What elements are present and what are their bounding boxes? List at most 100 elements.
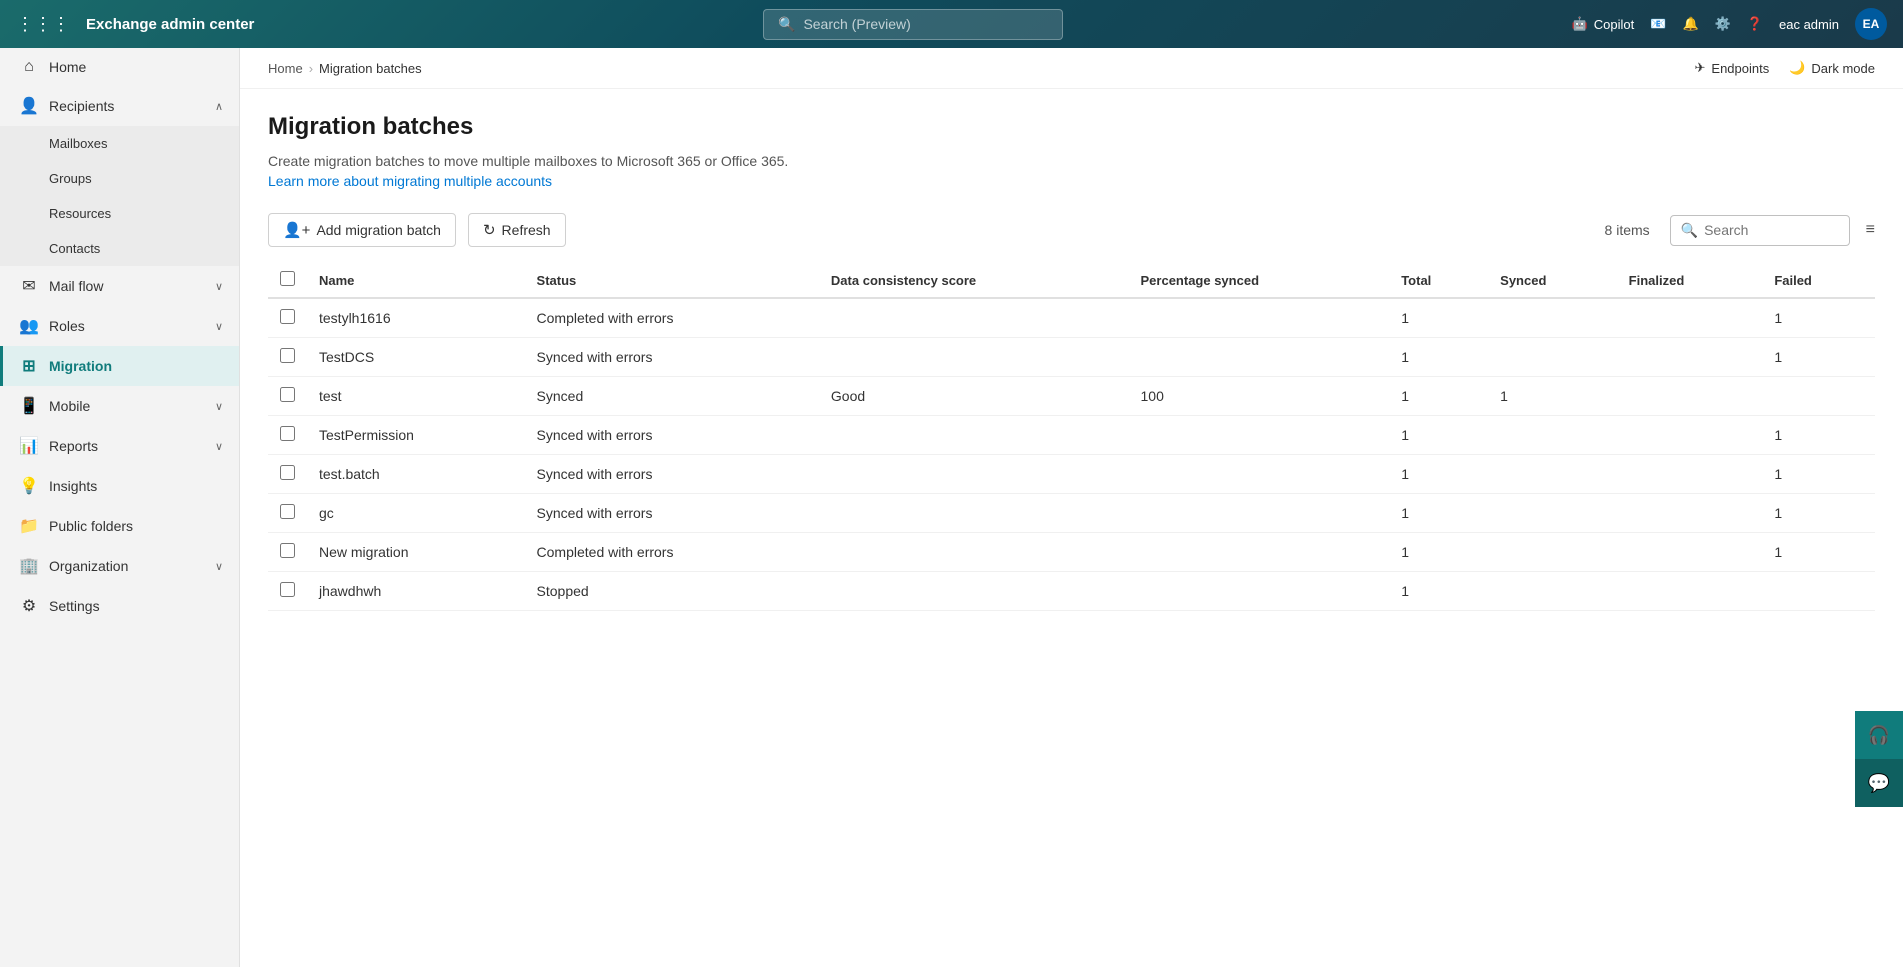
- sidebar-label-recipients: Recipients: [49, 98, 114, 114]
- chat-support-button[interactable]: 🎧: [1855, 711, 1903, 759]
- sidebar-item-contacts[interactable]: Contacts: [0, 231, 239, 266]
- breadcrumb: Home › Migration batches: [268, 61, 422, 76]
- sidebar-item-public-folders[interactable]: 📁 Public folders: [0, 506, 239, 546]
- sidebar-item-settings[interactable]: ⚙ Settings: [0, 586, 239, 626]
- row-failed: 1: [1762, 338, 1875, 377]
- refresh-button[interactable]: ↻ Refresh: [468, 213, 566, 247]
- row-name[interactable]: TestDCS: [307, 338, 525, 377]
- row-consistency: [819, 298, 1129, 338]
- table-search-box[interactable]: 🔍: [1670, 215, 1850, 246]
- sidebar-label-home: Home: [49, 59, 86, 75]
- row-finalized: [1617, 377, 1763, 416]
- help-icon[interactable]: ❓: [1747, 16, 1763, 32]
- row-synced: [1488, 572, 1617, 611]
- select-all-checkbox[interactable]: [280, 271, 295, 286]
- row-checkbox-2[interactable]: [280, 387, 295, 402]
- row-status: Synced with errors: [525, 494, 819, 533]
- top-nav: ⋮⋮⋮ Exchange admin center 🔍 🤖 Copilot 📧 …: [0, 0, 1903, 48]
- chevron-down-icon: ∨: [215, 280, 223, 293]
- row-pct-synced: [1129, 533, 1390, 572]
- recipients-icon: 👤: [19, 96, 39, 116]
- sidebar-item-home[interactable]: ⌂ Home: [0, 48, 239, 86]
- filter-icon[interactable]: ≡: [1866, 221, 1875, 239]
- row-name[interactable]: testylh1616: [307, 298, 525, 338]
- sidebar-item-resources[interactable]: Resources: [0, 196, 239, 231]
- breadcrumb-actions: ✈ Endpoints 🌙 Dark mode: [1695, 60, 1876, 76]
- learn-more-link[interactable]: Learn more about migrating multiple acco…: [268, 173, 552, 189]
- sidebar-item-mail-flow[interactable]: ✉ Mail flow ∨: [0, 266, 239, 306]
- col-total: Total: [1389, 263, 1488, 298]
- search-icon: 🔍: [778, 16, 795, 33]
- col-name: Name: [307, 263, 525, 298]
- copilot-button[interactable]: 🤖 Copilot: [1572, 16, 1635, 32]
- row-pct-synced: [1129, 494, 1390, 533]
- endpoints-button[interactable]: ✈ Endpoints: [1695, 60, 1770, 76]
- sidebar-item-roles[interactable]: 👥 Roles ∨: [0, 306, 239, 346]
- sidebar-item-organization[interactable]: 🏢 Organization ∨: [0, 546, 239, 586]
- bell-icon[interactable]: 🔔: [1682, 16, 1698, 32]
- row-checkbox-5[interactable]: [280, 504, 295, 519]
- sidebar-item-reports[interactable]: 📊 Reports ∨: [0, 426, 239, 466]
- sidebar-label-mailboxes: Mailboxes: [49, 136, 108, 151]
- row-name[interactable]: TestPermission: [307, 416, 525, 455]
- dark-mode-button[interactable]: 🌙 Dark mode: [1789, 60, 1875, 76]
- row-checkbox-6[interactable]: [280, 543, 295, 558]
- row-synced: [1488, 533, 1617, 572]
- add-icon: 👤+: [283, 221, 310, 239]
- col-data-consistency: Data consistency score: [819, 263, 1129, 298]
- row-pct-synced: 100: [1129, 377, 1390, 416]
- migration-icon: ⊞: [19, 356, 39, 376]
- settings-icon[interactable]: ⚙️: [1715, 16, 1731, 32]
- row-total: 1: [1389, 533, 1488, 572]
- sidebar-label-settings: Settings: [49, 598, 100, 614]
- row-synced: [1488, 298, 1617, 338]
- feedback-button[interactable]: 💬: [1855, 759, 1903, 807]
- sidebar-item-migration[interactable]: ⊞ Migration: [0, 346, 239, 386]
- breadcrumb-current: Migration batches: [319, 61, 422, 76]
- row-status: Completed with errors: [525, 533, 819, 572]
- row-synced: [1488, 455, 1617, 494]
- row-checkbox-0[interactable]: [280, 309, 295, 324]
- sidebar-item-mobile[interactable]: 📱 Mobile ∨: [0, 386, 239, 426]
- grid-icon[interactable]: ⋮⋮⋮: [16, 14, 70, 35]
- page-description: Create migration batches to move multipl…: [268, 153, 1875, 169]
- row-name[interactable]: gc: [307, 494, 525, 533]
- breadcrumb-home[interactable]: Home: [268, 61, 303, 76]
- breadcrumb-separator: ›: [309, 61, 313, 76]
- sidebar-label-roles: Roles: [49, 318, 85, 334]
- row-failed: [1762, 377, 1875, 416]
- row-name[interactable]: New migration: [307, 533, 525, 572]
- row-finalized: [1617, 455, 1763, 494]
- sidebar-item-insights[interactable]: 💡 Insights: [0, 466, 239, 506]
- add-migration-batch-button[interactable]: 👤+ Add migration batch: [268, 213, 456, 247]
- row-checkbox-cell: [268, 298, 307, 338]
- sidebar: ⌂ Home 👤 Recipients ∧ Mailboxes Groups R…: [0, 48, 240, 967]
- table-row: New migration Completed with errors 1 1: [268, 533, 1875, 572]
- headset-icon: 🎧: [1868, 725, 1890, 746]
- user-avatar[interactable]: EA: [1855, 8, 1887, 40]
- table-header: Name Status Data consistency score Perce…: [268, 263, 1875, 298]
- row-checkbox-1[interactable]: [280, 348, 295, 363]
- app-title: Exchange admin center: [86, 16, 254, 33]
- row-checkbox-cell: [268, 455, 307, 494]
- global-search-bar[interactable]: 🔍: [763, 9, 1063, 40]
- row-name[interactable]: test.batch: [307, 455, 525, 494]
- row-checkbox-7[interactable]: [280, 582, 295, 597]
- row-consistency: [819, 533, 1129, 572]
- table-search-input[interactable]: [1704, 222, 1839, 238]
- row-finalized: [1617, 572, 1763, 611]
- sidebar-item-mailboxes[interactable]: Mailboxes: [0, 126, 239, 161]
- row-checkbox-3[interactable]: [280, 426, 295, 441]
- row-checkbox-4[interactable]: [280, 465, 295, 480]
- row-consistency: Good: [819, 377, 1129, 416]
- sidebar-item-recipients[interactable]: 👤 Recipients ∧: [0, 86, 239, 126]
- row-name[interactable]: jhawdhwh: [307, 572, 525, 611]
- row-name[interactable]: test: [307, 377, 525, 416]
- sidebar-item-groups[interactable]: Groups: [0, 161, 239, 196]
- toolbar: 👤+ Add migration batch ↻ Refresh 8 items…: [268, 213, 1875, 247]
- row-pct-synced: [1129, 572, 1390, 611]
- global-search-input[interactable]: [803, 16, 1048, 32]
- row-failed: 1: [1762, 494, 1875, 533]
- col-status: Status: [525, 263, 819, 298]
- mail-icon[interactable]: 📧: [1650, 16, 1666, 32]
